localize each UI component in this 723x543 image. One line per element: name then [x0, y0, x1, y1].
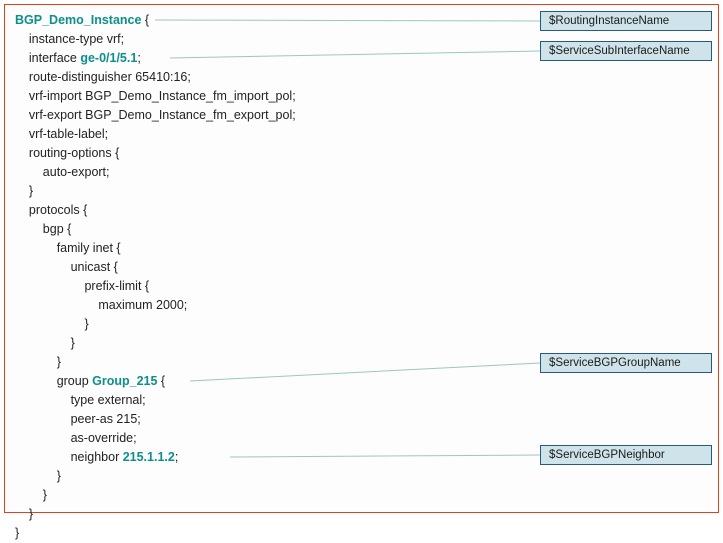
highlight-token: ge-0/1/5.1 — [80, 51, 137, 65]
code-line: } — [15, 334, 296, 353]
config-frame: BGP_Demo_Instance { instance-type vrf; i… — [4, 4, 719, 513]
code-line: maximum 2000; — [15, 296, 296, 315]
code-line: instance-type vrf; — [15, 30, 296, 49]
code-line: vrf-import BGP_Demo_Instance_fm_import_p… — [15, 87, 296, 106]
highlight-token: Group_215 — [92, 374, 157, 388]
code-line: } — [15, 315, 296, 334]
code-line: prefix-limit { — [15, 277, 296, 296]
code-line: interface ge-0/1/5.1; — [15, 49, 296, 68]
code-line: } — [15, 182, 296, 201]
code-line: auto-export; — [15, 163, 296, 182]
code-line: group Group_215 { — [15, 372, 296, 391]
code-line: } — [15, 524, 296, 543]
code-line: bgp { — [15, 220, 296, 239]
code-line: type external; — [15, 391, 296, 410]
code-line: } — [15, 467, 296, 486]
callout-routing-instance: $RoutingInstanceName — [540, 11, 712, 31]
config-code-block: BGP_Demo_Instance { instance-type vrf; i… — [15, 11, 296, 543]
code-line: unicast { — [15, 258, 296, 277]
code-line: } — [15, 353, 296, 372]
code-line: route-distinguisher 65410:16; — [15, 68, 296, 87]
code-line: peer-as 215; — [15, 410, 296, 429]
code-line: family inet { — [15, 239, 296, 258]
code-line: vrf-export BGP_Demo_Instance_fm_export_p… — [15, 106, 296, 125]
code-line: protocols { — [15, 201, 296, 220]
code-line: vrf-table-label; — [15, 125, 296, 144]
code-line: } — [15, 486, 296, 505]
code-line: neighbor 215.1.1.2; — [15, 448, 296, 467]
code-line: BGP_Demo_Instance { — [15, 11, 296, 30]
highlight-token: 215.1.1.2 — [123, 450, 175, 464]
code-line: as-override; — [15, 429, 296, 448]
code-line: routing-options { — [15, 144, 296, 163]
code-line: } — [15, 505, 296, 524]
callout-bgp-group: $ServiceBGPGroupName — [540, 353, 712, 373]
callout-bgp-neighbor: $ServiceBGPNeighbor — [540, 445, 712, 465]
highlight-token: BGP_Demo_Instance — [15, 13, 141, 27]
callout-subinterface: $ServiceSubInterfaceName — [540, 41, 712, 61]
